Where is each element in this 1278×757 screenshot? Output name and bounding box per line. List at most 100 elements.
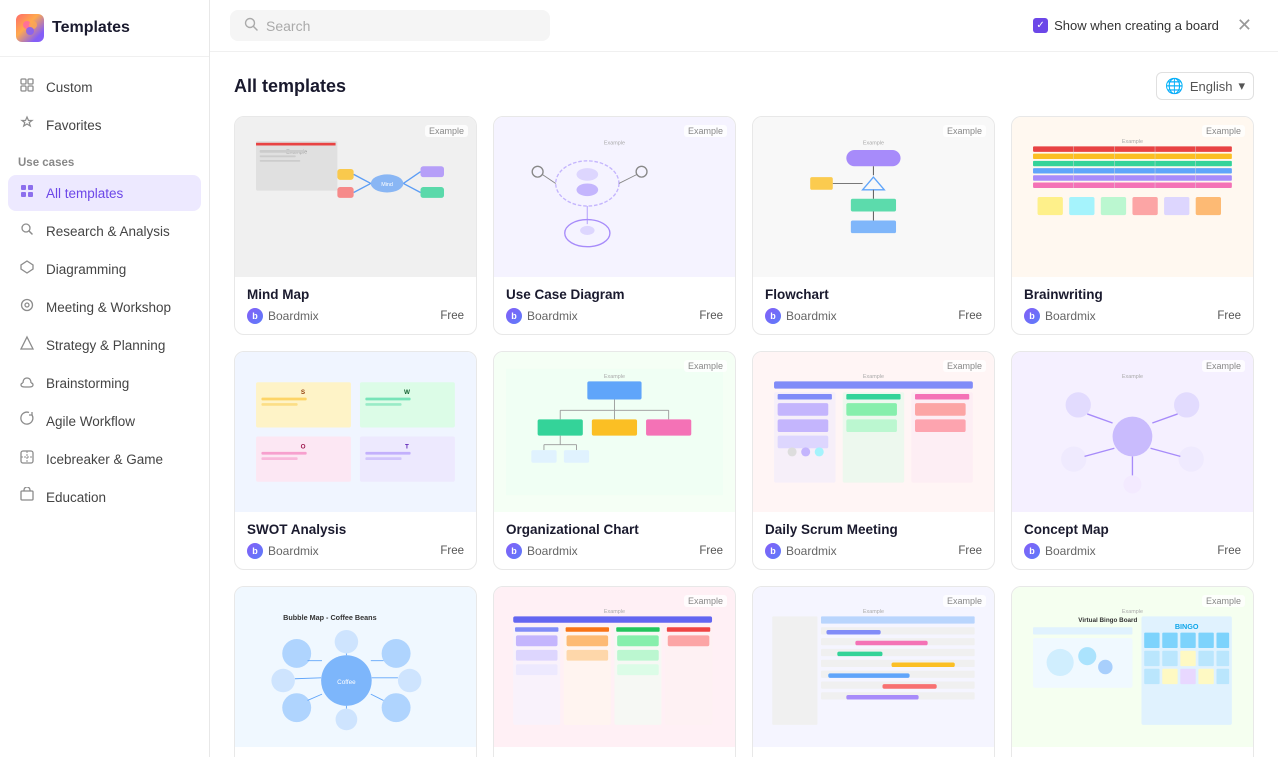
svg-text:Example: Example (1122, 609, 1143, 615)
template-brand: b Boardmix (247, 543, 319, 559)
brand-name: Boardmix (268, 544, 319, 558)
sidebar-item-label: Custom (46, 80, 93, 95)
templates-grid: Example Mind (234, 116, 1254, 757)
language-label: English (1190, 79, 1233, 94)
example-label: Example (684, 595, 727, 607)
svg-text:O: O (301, 443, 306, 450)
sidebar-item-research[interactable]: Research & Analysis (8, 213, 201, 249)
close-button[interactable]: ✕ (1231, 13, 1258, 38)
svg-text:Example: Example (604, 374, 625, 380)
template-thumbnail: Example (753, 587, 994, 747)
svg-text:Example: Example (1122, 374, 1143, 380)
sidebar-item-label: Favorites (46, 118, 102, 133)
template-thumbnail: Example (1012, 117, 1253, 277)
template-card-use-case[interactable]: Example Example Use C (493, 116, 736, 335)
template-card-concept-map[interactable]: Example (1011, 351, 1254, 570)
svg-text:Example: Example (1122, 139, 1143, 145)
template-thumbnail: Example (1012, 352, 1253, 512)
sidebar-item-custom[interactable]: Custom (8, 69, 201, 105)
show-checkbox[interactable]: ✓ (1033, 18, 1048, 33)
svg-text:Example: Example (604, 609, 625, 615)
sidebar-item-diagramming[interactable]: Diagramming (8, 251, 201, 287)
template-card-orgchart[interactable]: Example (493, 351, 736, 570)
sidebar-item-label: Diagramming (46, 262, 126, 277)
template-card-brainwriting[interactable]: Example (1011, 116, 1254, 335)
template-info: Organizational Chart b Boardmix Free (494, 512, 735, 569)
template-meta: b Boardmix Free (765, 308, 982, 324)
template-thumbnail: Bubble Map - Coffee Beans Coffee (235, 587, 476, 747)
search-input[interactable] (266, 18, 536, 34)
template-brand: b Boardmix (506, 543, 578, 559)
sidebar-item-label: Education (46, 490, 106, 505)
template-thumbnail: Example (494, 352, 735, 512)
search-box[interactable] (230, 10, 550, 41)
sidebar-item-favorites[interactable]: Favorites (8, 107, 201, 143)
sidebar-item-label: All templates (46, 186, 123, 201)
template-badge: Free (958, 545, 982, 557)
sidebar-item-label: Agile Workflow (46, 414, 135, 429)
template-info: Use Case Diagram b Boardmix Free (494, 277, 735, 334)
strategy-icon (18, 335, 36, 355)
template-info: Flowchart b Boardmix Free (753, 277, 994, 334)
sidebar-item-strategy[interactable]: Strategy & Planning (8, 327, 201, 363)
template-thumbnail: Example Example (494, 117, 735, 277)
template-name: Flowchart (765, 287, 982, 302)
sidebar-item-meeting[interactable]: Meeting & Workshop (8, 289, 201, 325)
template-name: Use Case Diagram (506, 287, 723, 302)
brand-logo: b (765, 308, 781, 324)
education-icon (18, 487, 36, 507)
custom-icon (18, 77, 36, 97)
template-meta: b Boardmix Free (765, 543, 982, 559)
template-card-swot[interactable]: S W O T SWOT Analysis (234, 351, 477, 570)
template-meta: b Boardmix Free (506, 308, 723, 324)
template-card-bubble[interactable]: Bubble Map - Coffee Beans Coffee (234, 586, 477, 757)
main-content: ✓ Show when creating a board ✕ All templ… (210, 0, 1278, 757)
example-label: Example (943, 595, 986, 607)
template-card-roadmap[interactable]: Example (752, 586, 995, 757)
template-info: Mind Map b Boardmix Free (235, 277, 476, 334)
template-thumbnail: Example Example (753, 117, 994, 277)
template-brand: b Boardmix (1024, 543, 1096, 559)
search-icon (244, 17, 258, 34)
brand-logo: b (506, 543, 522, 559)
example-label: Example (684, 125, 727, 137)
template-brand: b Boardmix (765, 308, 837, 324)
template-meta: b Boardmix Free (1024, 308, 1241, 324)
sidebar-item-label: Brainstorming (46, 376, 129, 391)
sidebar-item-agile[interactable]: Agile Workflow (8, 403, 201, 439)
agile-icon (18, 411, 36, 431)
template-card-flowchart[interactable]: Example Example Flowchart (752, 116, 995, 335)
template-card-scrum[interactable]: Example (752, 351, 995, 570)
template-card-bingo[interactable]: Example Virtual Bingo Board BINGO (1011, 586, 1254, 757)
template-name: Organizational Chart (506, 522, 723, 537)
sidebar-item-education[interactable]: Education (8, 479, 201, 515)
template-info: Brainwriting b Boardmix Free (1012, 277, 1253, 334)
example-label: Example (943, 360, 986, 372)
icebreaker-icon (18, 449, 36, 469)
brand-name: Boardmix (786, 309, 837, 323)
template-info: Roadmap b Boardmix Free (753, 747, 994, 757)
sidebar-item-all-templates[interactable]: All templates (8, 175, 201, 211)
content-header: All templates 🌐 English ▾ (234, 72, 1254, 100)
diagram-icon (18, 259, 36, 279)
show-checkbox-label[interactable]: ✓ Show when creating a board (1033, 18, 1219, 33)
svg-text:Example: Example (863, 374, 884, 380)
language-selector[interactable]: 🌐 English ▾ (1156, 72, 1254, 100)
topbar-right: ✓ Show when creating a board ✕ (1033, 13, 1258, 38)
template-card-mind-map[interactable]: Example Mind (234, 116, 477, 335)
template-badge: Free (699, 310, 723, 322)
brand-name: Boardmix (786, 544, 837, 558)
template-card-kanban[interactable]: Example (493, 586, 736, 757)
sidebar-item-brainstorming[interactable]: Brainstorming (8, 365, 201, 401)
example-label: Example (1202, 595, 1245, 607)
svg-text:Virtual Bingo Board: Virtual Bingo Board (1078, 617, 1137, 624)
svg-text:Coffee: Coffee (337, 679, 356, 686)
template-thumbnail: Example Mind (235, 117, 476, 277)
svg-text:Example: Example (863, 141, 884, 147)
topbar: ✓ Show when creating a board ✕ (210, 0, 1278, 52)
svg-text:Example: Example (604, 141, 625, 147)
brand-logo: b (247, 308, 263, 324)
brand-name: Boardmix (1045, 309, 1096, 323)
template-name: SWOT Analysis (247, 522, 464, 537)
sidebar-item-icebreaker[interactable]: Icebreaker & Game (8, 441, 201, 477)
